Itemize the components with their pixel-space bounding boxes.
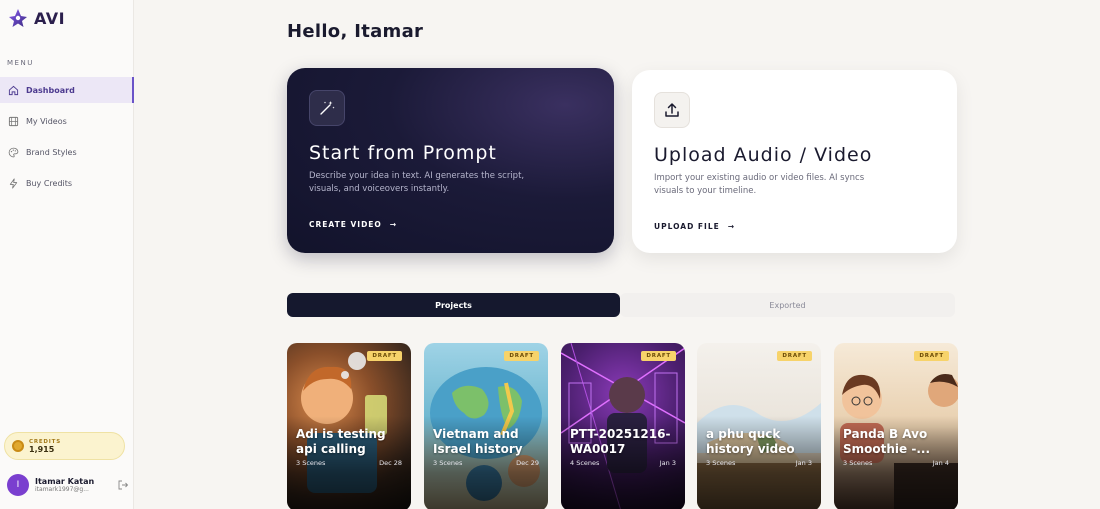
- start-from-prompt-card[interactable]: Start from Prompt Describe your idea in …: [287, 68, 614, 253]
- coin-icon: [12, 440, 24, 452]
- project-title: Vietnam and Israel history: [433, 427, 523, 456]
- sidebar-item-label: Dashboard: [26, 85, 75, 95]
- project-date: Dec 28: [379, 459, 402, 467]
- tab-projects[interactable]: Projects: [287, 293, 620, 317]
- logo-icon: [9, 9, 27, 27]
- sidebar-item-label: Buy Credits: [26, 178, 73, 188]
- arrow-right-icon: →: [389, 220, 398, 229]
- avatar[interactable]: I: [7, 474, 29, 496]
- project-scenes: 3 Scenes: [296, 459, 326, 467]
- sidebar-item-my-videos[interactable]: My Videos: [0, 108, 134, 134]
- project-card[interactable]: DRAFT PTT-20251216-WA0017 4 Scenes Jan 3: [561, 343, 685, 509]
- project-card[interactable]: DRAFT Adi is testing api calling 3 Scene…: [287, 343, 411, 509]
- project-title: PTT-20251216-WA0017: [570, 427, 671, 456]
- project-meta: 3 Scenes Jan 4: [843, 459, 949, 467]
- tab-exported[interactable]: Exported: [620, 293, 955, 317]
- card-description: Describe your idea in text. AI generates…: [309, 171, 525, 194]
- app-logo[interactable]: AVI: [8, 8, 65, 28]
- user-info: Itamar Katan itamark1997@g...: [35, 477, 111, 493]
- status-badge: DRAFT: [367, 351, 402, 361]
- lightning-icon: [8, 178, 19, 189]
- page-title: Hello, Itamar: [287, 21, 423, 42]
- credits-value: 1,915: [29, 444, 55, 454]
- status-badge: DRAFT: [641, 351, 676, 361]
- upload-file-label: UPLOAD FILE: [654, 222, 720, 231]
- sidebar-nav: Dashboard My Videos Brand Styles Buy Cre…: [0, 77, 134, 201]
- sidebar: AVI MENU Dashboard My Videos Brand Style…: [0, 0, 134, 509]
- sidebar-item-brand-styles[interactable]: Brand Styles: [0, 139, 134, 165]
- film-icon: [8, 116, 19, 127]
- project-scenes: 4 Scenes: [570, 459, 600, 467]
- project-scenes: 3 Scenes: [843, 459, 873, 467]
- arrow-right-icon: →: [727, 222, 736, 231]
- upload-file-button[interactable]: UPLOAD FILE →: [654, 222, 735, 231]
- palette-icon: [8, 147, 19, 158]
- sidebar-item-dashboard[interactable]: Dashboard: [0, 77, 134, 103]
- user-profile: I Itamar Katan itamark1997@g...: [7, 472, 129, 498]
- project-meta: 3 Scenes Dec 29: [433, 459, 539, 467]
- status-badge: DRAFT: [914, 351, 949, 361]
- sidebar-item-label: Brand Styles: [26, 147, 77, 157]
- project-scenes: 3 Scenes: [433, 459, 463, 467]
- projects-grid: DRAFT Adi is testing api calling 3 Scene…: [287, 343, 967, 509]
- create-video-label: CREATE VIDEO: [309, 220, 382, 229]
- home-icon: [8, 85, 19, 96]
- project-scenes: 3 Scenes: [706, 459, 736, 467]
- project-date: Jan 3: [659, 459, 676, 467]
- project-title: Adi is testing api calling: [296, 427, 386, 456]
- card-title: Upload Audio / Video: [654, 144, 873, 166]
- project-tabs: Projects Exported: [287, 293, 957, 317]
- credits-info: CREDITS 1,915: [29, 439, 61, 454]
- app-name: AVI: [34, 8, 66, 28]
- card-title: Start from Prompt: [309, 142, 497, 164]
- project-card[interactable]: DRAFT a phu quck history video 3 Scenes …: [697, 343, 821, 509]
- project-title: Panda B Avo Smoothie -...: [843, 427, 930, 456]
- menu-label: MENU: [7, 59, 34, 67]
- project-card[interactable]: DRAFT Panda B Avo Smoothie -... 3 Scenes…: [834, 343, 958, 509]
- project-title: a phu quck history video: [706, 427, 795, 456]
- project-date: Dec 29: [516, 459, 539, 467]
- project-meta: 3 Scenes Jan 3: [706, 459, 812, 467]
- project-card[interactable]: DRAFT Vietnam and Israel history 3 Scene…: [424, 343, 548, 509]
- project-date: Jan 4: [932, 459, 949, 467]
- project-meta: 3 Scenes Dec 28: [296, 459, 402, 467]
- upload-icon: [654, 92, 690, 128]
- status-badge: DRAFT: [504, 351, 539, 361]
- project-meta: 4 Scenes Jan 3: [570, 459, 676, 467]
- greeting-name: Itamar: [354, 21, 424, 42]
- card-description: Import your existing audio or video file…: [654, 173, 865, 196]
- user-email: itamark1997@g...: [35, 486, 89, 493]
- magic-wand-icon: [309, 90, 345, 126]
- upload-audio-video-card[interactable]: Upload Audio / Video Import your existin…: [632, 70, 957, 253]
- project-date: Jan 3: [795, 459, 812, 467]
- create-video-button[interactable]: CREATE VIDEO →: [309, 220, 397, 229]
- sidebar-item-buy-credits[interactable]: Buy Credits: [0, 170, 134, 196]
- sidebar-item-label: My Videos: [26, 116, 67, 126]
- user-name: Itamar Katan: [35, 477, 95, 486]
- credits-badge[interactable]: CREDITS 1,915: [4, 432, 125, 460]
- logout-icon[interactable]: [117, 479, 129, 491]
- status-badge: DRAFT: [777, 351, 812, 361]
- greeting-prefix: Hello,: [287, 21, 348, 42]
